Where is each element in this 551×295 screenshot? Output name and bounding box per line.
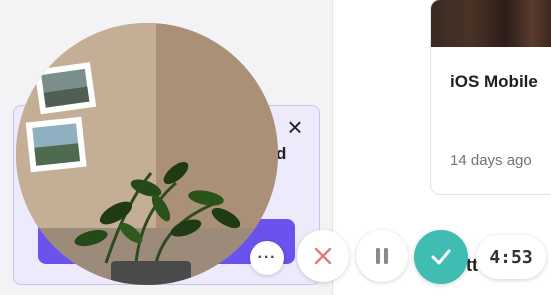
video-age: 14 days ago [450, 152, 532, 169]
video-card[interactable]: iOS Mobile 14 days ago [430, 0, 551, 195]
check-icon [431, 249, 451, 265]
camera-feed-image [16, 23, 278, 285]
close-icon[interactable]: × [283, 114, 307, 140]
cancel-recording-button[interactable] [297, 230, 349, 282]
more-icon: ··· [257, 249, 277, 266]
camera-preview-bubble[interactable] [16, 23, 278, 285]
pause-icon [376, 248, 388, 264]
recording-timer: 4:53 [476, 235, 546, 279]
video-thumbnail[interactable] [431, 0, 551, 47]
video-title[interactable]: iOS Mobile [450, 72, 538, 92]
cancel-icon [314, 247, 332, 265]
finish-recording-button[interactable] [414, 230, 468, 284]
more-options-button[interactable]: ··· [250, 241, 284, 275]
pause-recording-button[interactable] [356, 230, 408, 282]
